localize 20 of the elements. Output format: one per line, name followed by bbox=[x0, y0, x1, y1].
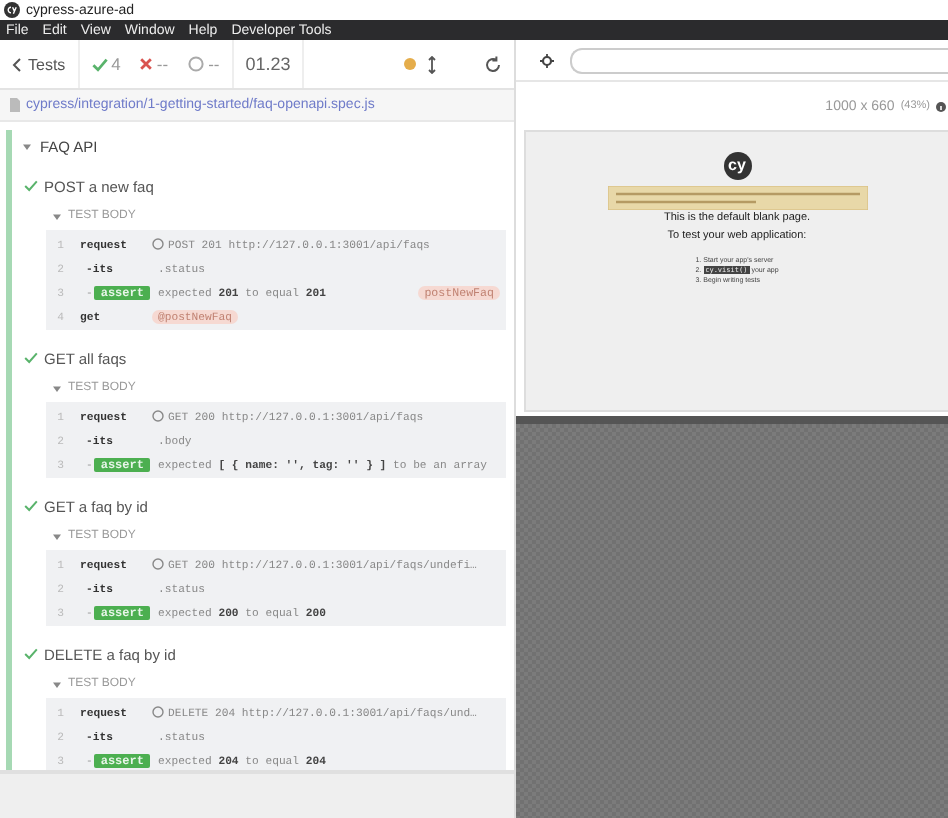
circle-icon bbox=[152, 410, 164, 422]
circle-icon bbox=[152, 558, 164, 570]
x-icon bbox=[140, 58, 153, 70]
duration: 01.23 bbox=[245, 54, 291, 74]
reload-icon[interactable] bbox=[484, 55, 502, 73]
passed-count: 4 bbox=[111, 54, 121, 74]
app-logo: cy bbox=[723, 152, 751, 180]
failed-count: -- bbox=[156, 54, 169, 74]
url-field[interactable] bbox=[570, 47, 948, 73]
crosshair-icon[interactable] bbox=[540, 53, 554, 67]
circle-icon bbox=[152, 706, 164, 718]
circle-icon bbox=[152, 238, 164, 250]
chevron-left-icon bbox=[12, 57, 22, 71]
info-icon[interactable] bbox=[936, 101, 946, 111]
file-icon bbox=[10, 98, 20, 112]
pending-count: -- bbox=[208, 54, 220, 74]
check-icon bbox=[91, 57, 108, 71]
status-dot-icon bbox=[404, 58, 416, 70]
circle-icon bbox=[188, 56, 205, 72]
resize-arrows-icon[interactable] bbox=[428, 55, 436, 73]
